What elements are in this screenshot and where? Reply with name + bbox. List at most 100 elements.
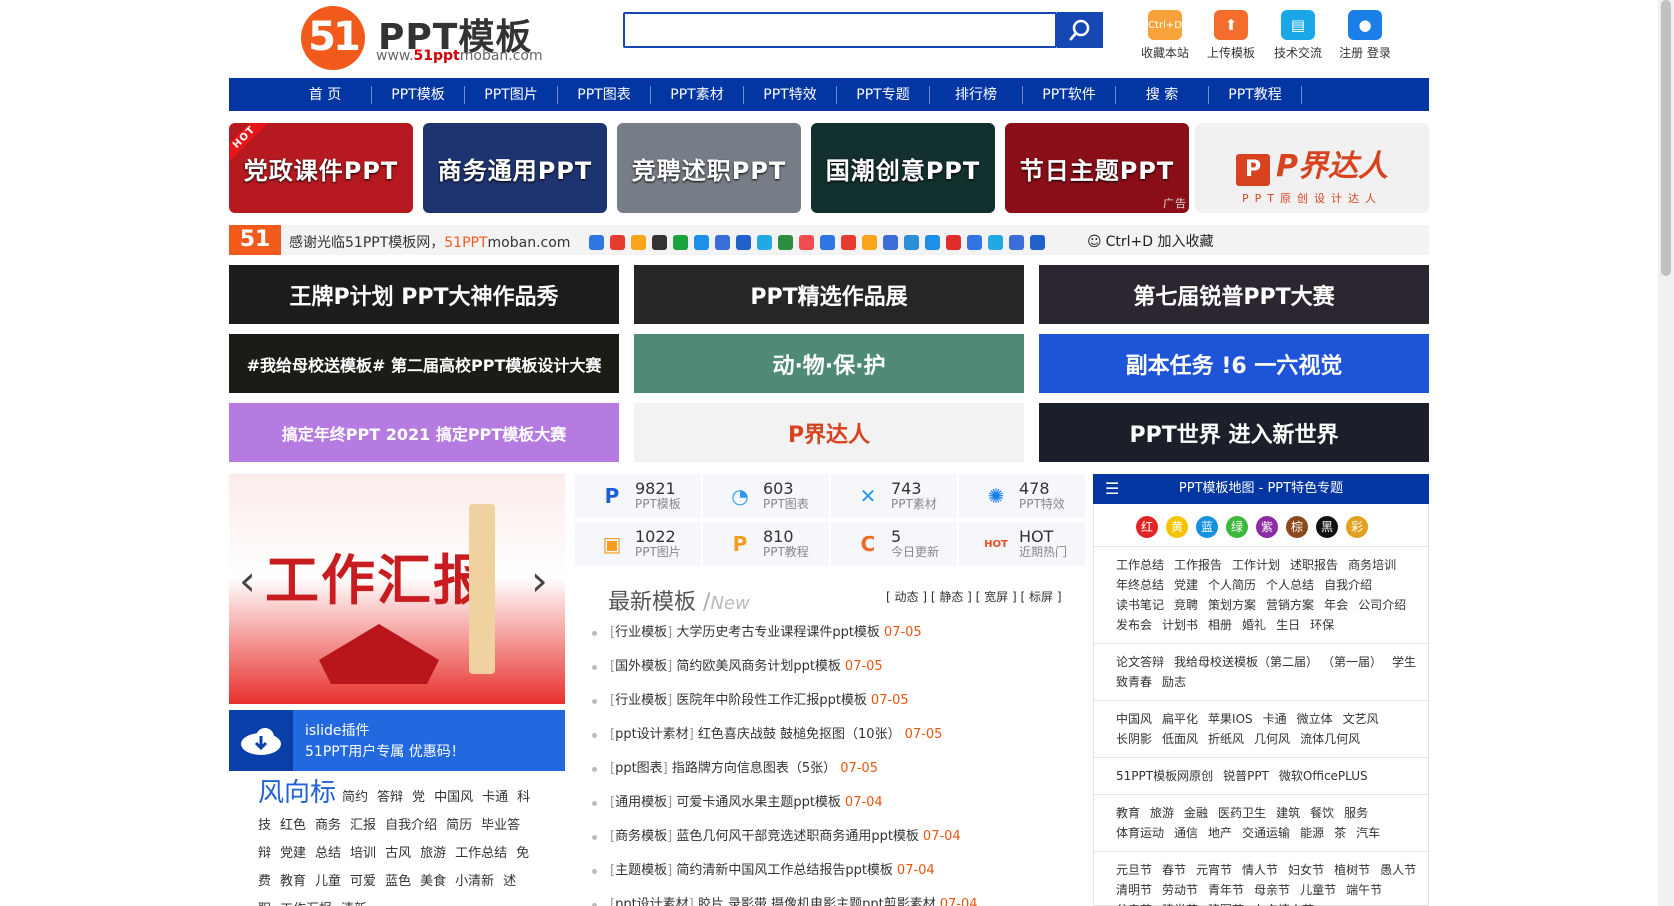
nav-item-4[interactable]: PPT素材	[651, 85, 744, 104]
map-tag[interactable]: 述职报告	[1290, 558, 1338, 572]
map-tag[interactable]: 工作总结	[1116, 558, 1164, 572]
stat-5[interactable]: P 810 PPT教程	[703, 522, 829, 566]
banner-0[interactable]: 党政课件PPT HOT	[229, 123, 413, 213]
news-category[interactable]: [ppt图表]	[610, 761, 672, 776]
map-tag[interactable]: 苹果IOS	[1208, 712, 1253, 726]
nav-item-1[interactable]: PPT模板	[372, 85, 465, 104]
trend-tag[interactable]: 可爱	[350, 874, 376, 889]
islide-promo[interactable]: islide插件 51PPT用户专属 优惠码！	[229, 710, 565, 771]
logo-badge[interactable]: 51	[301, 6, 365, 70]
news-title[interactable]: 胶片 录影带 摄像机电影主题ppt剪影素材	[698, 897, 936, 906]
ad-banner-1[interactable]: PPT精选作品展	[634, 265, 1024, 324]
share-icon-7[interactable]	[736, 235, 751, 250]
banner-1[interactable]: 商务通用PPT	[423, 123, 607, 213]
map-tag[interactable]: 旅游	[1150, 806, 1174, 820]
color-tag-6[interactable]: 黑	[1316, 516, 1338, 538]
stat-1[interactable]: ◔ 603 PPT图表	[703, 474, 829, 518]
map-tag[interactable]: 低面风	[1162, 732, 1198, 746]
map-tag[interactable]: 茶	[1334, 826, 1346, 840]
nav-item-5[interactable]: PPT特效	[744, 85, 837, 104]
share-icon-4[interactable]	[673, 235, 688, 250]
trend-tag[interactable]: 美食	[420, 874, 446, 889]
trend-tag[interactable]: 培训	[350, 846, 376, 861]
hero-slider[interactable]: 工作汇报 ‹ ›	[229, 474, 565, 704]
news-title[interactable]: 指路牌方向信息图表（5张）	[672, 761, 836, 776]
news-item[interactable]: [ppt设计素材] 胶片 录影带 摄像机电影主题ppt剪影素材 07-04	[590, 888, 1090, 906]
nav-item-7[interactable]: 排行榜	[930, 85, 1023, 104]
map-tag[interactable]: 儿童节	[1300, 883, 1336, 897]
add-favorite[interactable]: ☺ Ctrl+D 加入收藏	[1087, 231, 1213, 251]
color-tag-1[interactable]: 黄	[1166, 516, 1188, 538]
map-tag[interactable]: 长阴影	[1116, 732, 1152, 746]
map-tag[interactable]: 论文答辩	[1116, 655, 1164, 669]
map-tag[interactable]: 体育运动	[1116, 826, 1164, 840]
map-tag[interactable]: 元宵节	[1196, 863, 1232, 877]
scrollbar[interactable]	[1658, 0, 1674, 906]
map-tag[interactable]: 端午节	[1346, 883, 1382, 897]
trend-tag[interactable]: 汇报	[350, 818, 376, 833]
map-tag[interactable]: 年终总结	[1116, 578, 1164, 592]
news-item[interactable]: [ppt设计素材] 红色喜庆战鼓 鼓槌免抠图（10张） 07-05	[590, 718, 1090, 752]
map-tag[interactable]: 通信	[1174, 826, 1198, 840]
map-tag[interactable]: 清明节	[1116, 883, 1152, 897]
map-tag[interactable]: 公司介绍	[1358, 598, 1406, 612]
stat-4[interactable]: ▣ 1022 PPT图片	[575, 522, 701, 566]
map-tag[interactable]: 妇女节	[1288, 863, 1324, 877]
map-tag[interactable]: 营销方案	[1266, 598, 1314, 612]
share-icon-15[interactable]	[904, 235, 919, 250]
map-tag[interactable]: 商务培训	[1348, 558, 1396, 572]
search-button[interactable]	[1057, 12, 1103, 48]
map-tag[interactable]: 相册	[1208, 618, 1232, 632]
map-tag[interactable]: 折纸风	[1208, 732, 1244, 746]
pjieda-banner[interactable]: P P界达人 PPT原创设计达人	[1195, 123, 1429, 213]
nav-item-3[interactable]: PPT图表	[558, 85, 651, 104]
share-icon-13[interactable]	[862, 235, 877, 250]
map-tag[interactable]: 情人节	[1242, 863, 1278, 877]
share-icon-9[interactable]	[778, 235, 793, 250]
ad-banner-6[interactable]: 搞定年终PPT 2021 搞定PPT模板大赛	[229, 403, 619, 462]
share-icon-11[interactable]	[820, 235, 835, 250]
trend-tag[interactable]: 旅游	[420, 846, 446, 861]
news-category[interactable]: [ppt设计素材]	[610, 727, 698, 742]
news-title[interactable]: 大学历史考古专业课程课件ppt模板	[676, 625, 880, 640]
banner-2[interactable]: 竞聘述职PPT	[617, 123, 801, 213]
news-category[interactable]: [行业模板]	[610, 693, 676, 708]
trend-tag[interactable]: 简约	[342, 790, 368, 805]
ad-banner-8[interactable]: PPT世界 进入新世界	[1039, 403, 1429, 462]
map-tag[interactable]: 扁平化	[1162, 712, 1198, 726]
map-tag[interactable]: 策划方案	[1208, 598, 1256, 612]
map-tag[interactable]: 励志	[1162, 675, 1186, 689]
news-item[interactable]: [国外模板] 简约欧美风商务计划ppt模板 07-05	[590, 650, 1090, 684]
map-tag[interactable]: 年会	[1324, 598, 1348, 612]
color-tag-0[interactable]: 红	[1136, 516, 1158, 538]
map-tag[interactable]: 中国风	[1116, 712, 1152, 726]
map-tag[interactable]: 教育	[1116, 806, 1140, 820]
map-tag[interactable]: （第一届）	[1328, 655, 1382, 669]
ad-banner-3[interactable]: #我给母校送模板# 第二届高校PPT模板设计大赛	[229, 334, 619, 393]
map-tag[interactable]: 环保	[1310, 618, 1334, 632]
map-tag[interactable]: 流体几何风	[1300, 732, 1360, 746]
news-category[interactable]: [商务模板]	[610, 829, 676, 844]
color-tag-7[interactable]: 彩	[1346, 516, 1368, 538]
trend-tag[interactable]: 儿童	[315, 874, 341, 889]
news-category[interactable]: [行业模板]	[610, 625, 676, 640]
trend-tag[interactable]: 工作总结	[455, 846, 507, 861]
ad-banner-5[interactable]: 副本任务 !6 一六视觉	[1039, 334, 1429, 393]
map-tag[interactable]: 餐饮	[1310, 806, 1334, 820]
map-tag[interactable]: 个人简历	[1208, 578, 1256, 592]
trend-tag[interactable]: 党建	[280, 846, 306, 861]
share-icon-19[interactable]	[988, 235, 1003, 250]
share-icon-0[interactable]	[589, 235, 604, 250]
share-icon-10[interactable]	[799, 235, 814, 250]
search-input[interactable]	[623, 12, 1057, 48]
ad-banner-0[interactable]: 王牌P计划 PPT大神作品秀	[229, 265, 619, 324]
stat-0[interactable]: P 9821 PPT模板	[575, 474, 701, 518]
map-tag[interactable]: 51PPT模板网原创	[1116, 769, 1213, 783]
news-item[interactable]: [商务模板] 蓝色几何风干部竞选述职商务通用ppt模板 07-04	[590, 820, 1090, 854]
stat-3[interactable]: ✺ 478 PPT特效	[959, 474, 1085, 518]
news-category[interactable]: [ppt设计素材]	[610, 897, 698, 906]
map-tag[interactable]: 微立体	[1297, 712, 1333, 726]
nav-item-0[interactable]: 首 页	[279, 85, 372, 104]
trend-tag[interactable]: 中国风	[434, 790, 473, 805]
share-icon-18[interactable]	[967, 235, 982, 250]
